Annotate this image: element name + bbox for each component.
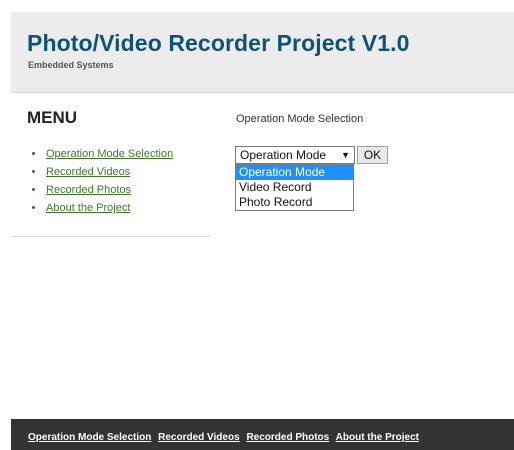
- menu-item: Recorded Videos: [31, 163, 173, 181]
- footer-link-operation-mode[interactable]: Operation Mode Selection: [28, 432, 151, 443]
- menu-item: About the Project: [31, 199, 173, 217]
- dropdown-arrow-icon: ▼: [341, 150, 350, 160]
- option-video-record[interactable]: Video Record: [236, 180, 353, 195]
- menu-list: Operation Mode Selection Recorded Videos…: [31, 145, 173, 217]
- select-value: Operation Mode: [240, 148, 327, 162]
- option-operation-mode[interactable]: Operation Mode: [236, 165, 353, 180]
- option-photo-record[interactable]: Photo Record: [236, 195, 353, 210]
- menu-link-about[interactable]: About the Project: [46, 202, 130, 214]
- select-dropdown-list: Operation Mode Video Record Photo Record: [235, 164, 354, 211]
- menu-link-recorded-videos[interactable]: Recorded Videos: [46, 166, 130, 178]
- menu-heading: MENU: [27, 108, 78, 127]
- section-heading: Operation Mode Selection: [236, 113, 364, 125]
- menu-item: Recorded Photos: [31, 181, 173, 199]
- page-footer: Operation Mode Selection Recorded Videos…: [11, 419, 514, 450]
- menu-item: Operation Mode Selection: [31, 145, 173, 163]
- menu-divider: [11, 236, 210, 237]
- menu-link-operation-mode[interactable]: Operation Mode Selection: [46, 148, 173, 160]
- page-subtitle: Embedded Systems: [28, 60, 114, 70]
- footer-link-about[interactable]: About the Project: [336, 432, 419, 443]
- footer-link-recorded-photos[interactable]: Recorded Photos: [246, 432, 329, 443]
- footer-link-recorded-videos[interactable]: Recorded Videos: [158, 432, 240, 443]
- ok-button[interactable]: OK: [357, 146, 388, 164]
- page-header: Photo/Video Recorder Project V1.0 Embedd…: [11, 12, 514, 93]
- operation-mode-select[interactable]: Operation Mode ▼: [235, 146, 355, 164]
- footer-nav: Operation Mode Selection Recorded Videos…: [28, 432, 423, 443]
- menu-link-recorded-photos[interactable]: Recorded Photos: [46, 184, 131, 196]
- page-title: Photo/Video Recorder Project V1.0: [27, 30, 410, 56]
